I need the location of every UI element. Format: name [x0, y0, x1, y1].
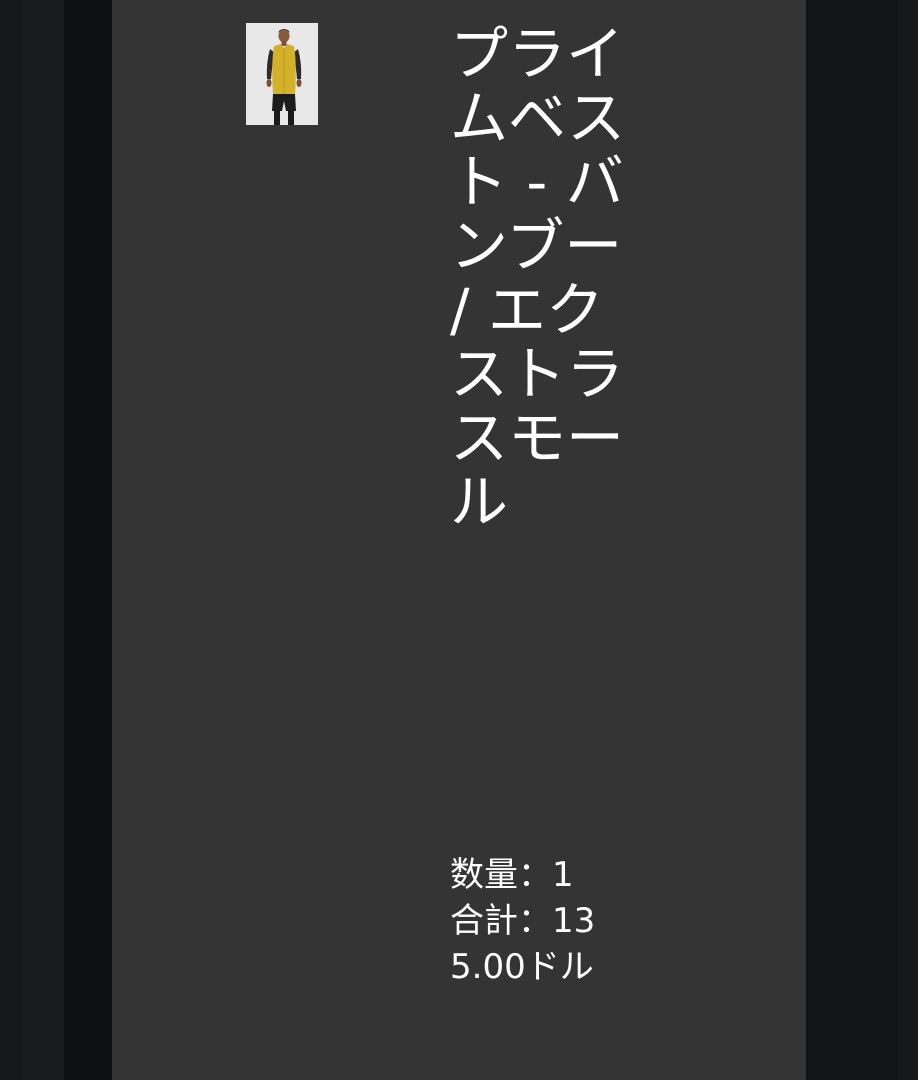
background-stripe — [0, 0, 22, 1080]
background-stripe — [22, 0, 64, 1080]
product-image — [246, 23, 318, 125]
cart-item-panel: プライムベスト - バンブー / エクストラスモール 数量：1 合計：135.0… — [112, 0, 806, 1080]
background-stripe — [898, 0, 918, 1080]
total-price-text: 合計：135.00ドル — [450, 901, 596, 987]
product-thumbnail[interactable] — [246, 23, 318, 125]
background-stripe — [64, 0, 112, 1080]
cart-item-meta: 数量：1 合計：135.00ドル — [450, 852, 610, 990]
background-stripe — [806, 0, 898, 1080]
quantity-text: 数量：1 — [450, 855, 574, 895]
product-title[interactable]: プライムベスト - バンブー / エクストラスモール — [450, 22, 640, 534]
